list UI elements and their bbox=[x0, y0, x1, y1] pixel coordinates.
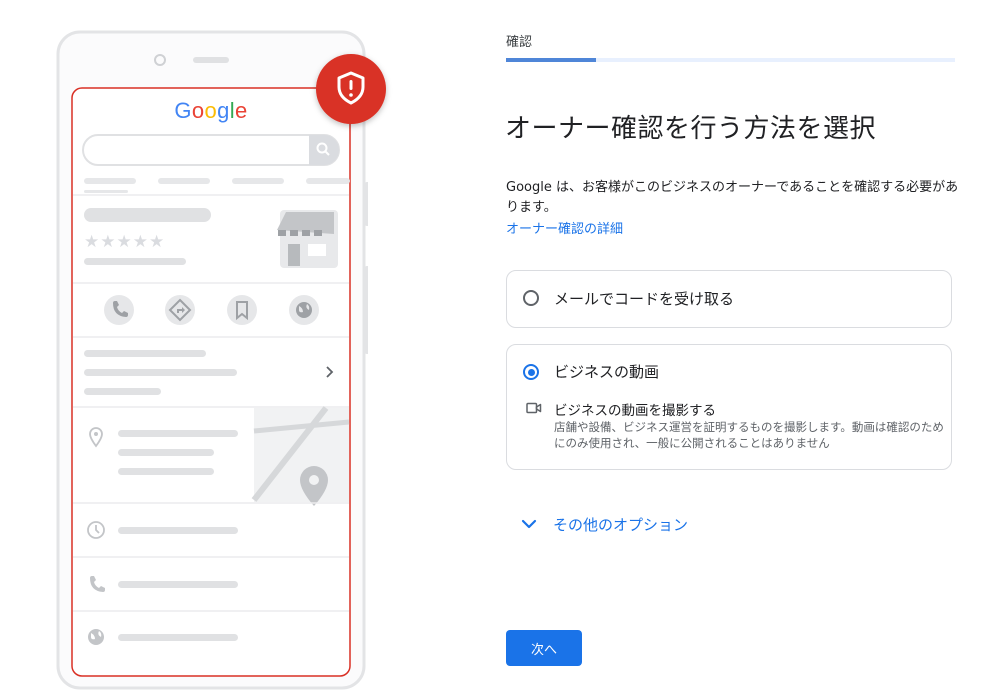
option-subdescription: 店舗や設備、ビジネス運営を証明するものを撮影します。動画は確認のためにのみ使用さ… bbox=[554, 420, 944, 450]
mock-search-box bbox=[82, 134, 340, 166]
radio-business-video[interactable] bbox=[523, 364, 539, 380]
globe-icon bbox=[289, 295, 319, 325]
learn-more-link[interactable]: オーナー確認の詳細 bbox=[506, 218, 623, 237]
search-logo: Google bbox=[174, 98, 247, 123]
mock-search-button bbox=[309, 135, 339, 165]
chevron-down-icon bbox=[521, 519, 537, 529]
mini-map bbox=[251, 406, 350, 506]
more-options-label: その他のオプション bbox=[553, 515, 689, 534]
verification-badge bbox=[316, 54, 386, 124]
phone-illustration: Google ★★★★★ bbox=[56, 30, 386, 692]
videocam-icon bbox=[526, 402, 542, 414]
progress-bar bbox=[506, 58, 955, 62]
phone-side-button bbox=[365, 182, 368, 226]
phone-side-button bbox=[365, 266, 368, 354]
option-label: メールでコードを受け取る bbox=[554, 290, 735, 308]
page-title: オーナー確認を行う方法を選択 bbox=[505, 114, 877, 144]
directions-icon bbox=[165, 295, 195, 325]
mock-business-name bbox=[84, 208, 211, 222]
bookmark-icon bbox=[227, 295, 257, 325]
more-options-toggle[interactable]: その他のオプション bbox=[521, 512, 688, 536]
storefront-icon bbox=[277, 210, 338, 268]
progress-fill bbox=[506, 58, 596, 62]
description-text: Google は、お客様がこのビジネスのオーナーであることを確認する必要がありま… bbox=[506, 180, 959, 215]
option-email-code[interactable]: メールでコードを受け取る bbox=[506, 270, 952, 328]
phone-speaker bbox=[193, 57, 229, 63]
mock-rating-stars: ★★★★★ bbox=[84, 232, 165, 252]
website-globe-icon bbox=[88, 629, 104, 645]
radio-email-code[interactable] bbox=[523, 290, 539, 306]
mock-business-category bbox=[84, 258, 186, 265]
step-label: 確認 bbox=[506, 35, 533, 50]
phone-action-icon bbox=[104, 295, 134, 325]
next-button[interactable]: 次へ bbox=[506, 630, 582, 666]
option-label: ビジネスの動画 bbox=[554, 363, 660, 381]
option-subtitle: ビジネスの動画を撮影する bbox=[554, 403, 716, 419]
option-business-video[interactable]: ビジネスの動画 ビジネスの動画を撮影する 店舗や設備、ビジネス運営を証明するもの… bbox=[506, 344, 952, 470]
